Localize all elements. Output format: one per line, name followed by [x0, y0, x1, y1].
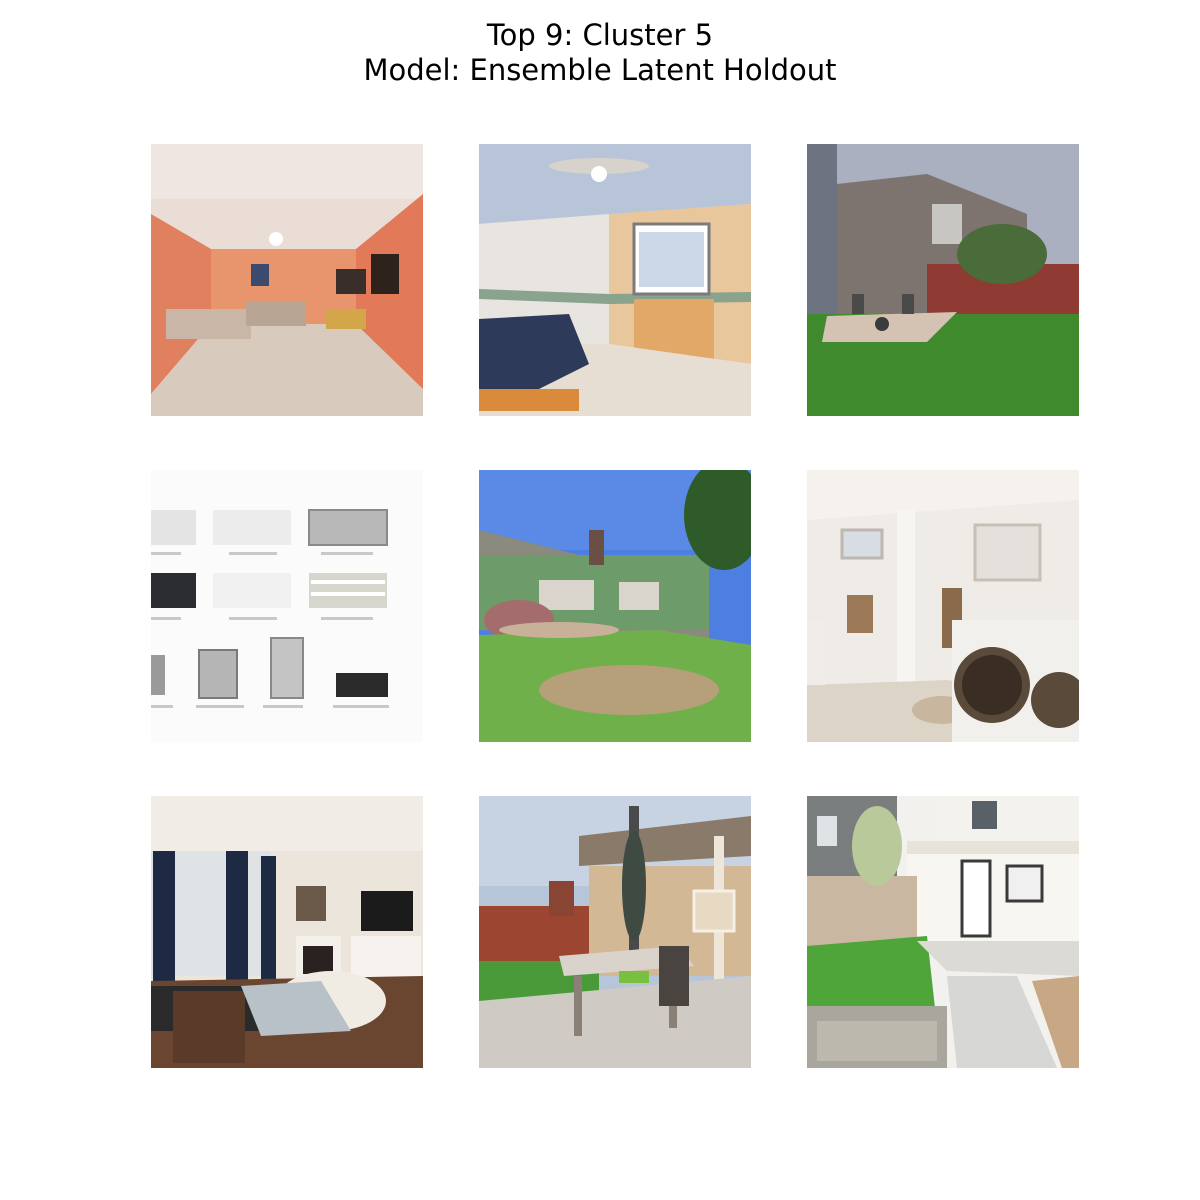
small-backyard-walkway-photo — [807, 796, 1079, 1068]
laundry-room-photo — [807, 470, 1079, 742]
covered-patio-dining-photo — [479, 796, 751, 1068]
green-house-backyard-photo — [479, 470, 751, 742]
material-finish-swatches-photo — [151, 470, 423, 742]
image-grid — [0, 0, 1200, 1200]
bedroom-photo — [479, 144, 751, 416]
living-room-fireplace-photo — [151, 796, 423, 1068]
backyard-patio-dusk-photo — [807, 144, 1079, 416]
basement-living-room-photo — [151, 144, 423, 416]
